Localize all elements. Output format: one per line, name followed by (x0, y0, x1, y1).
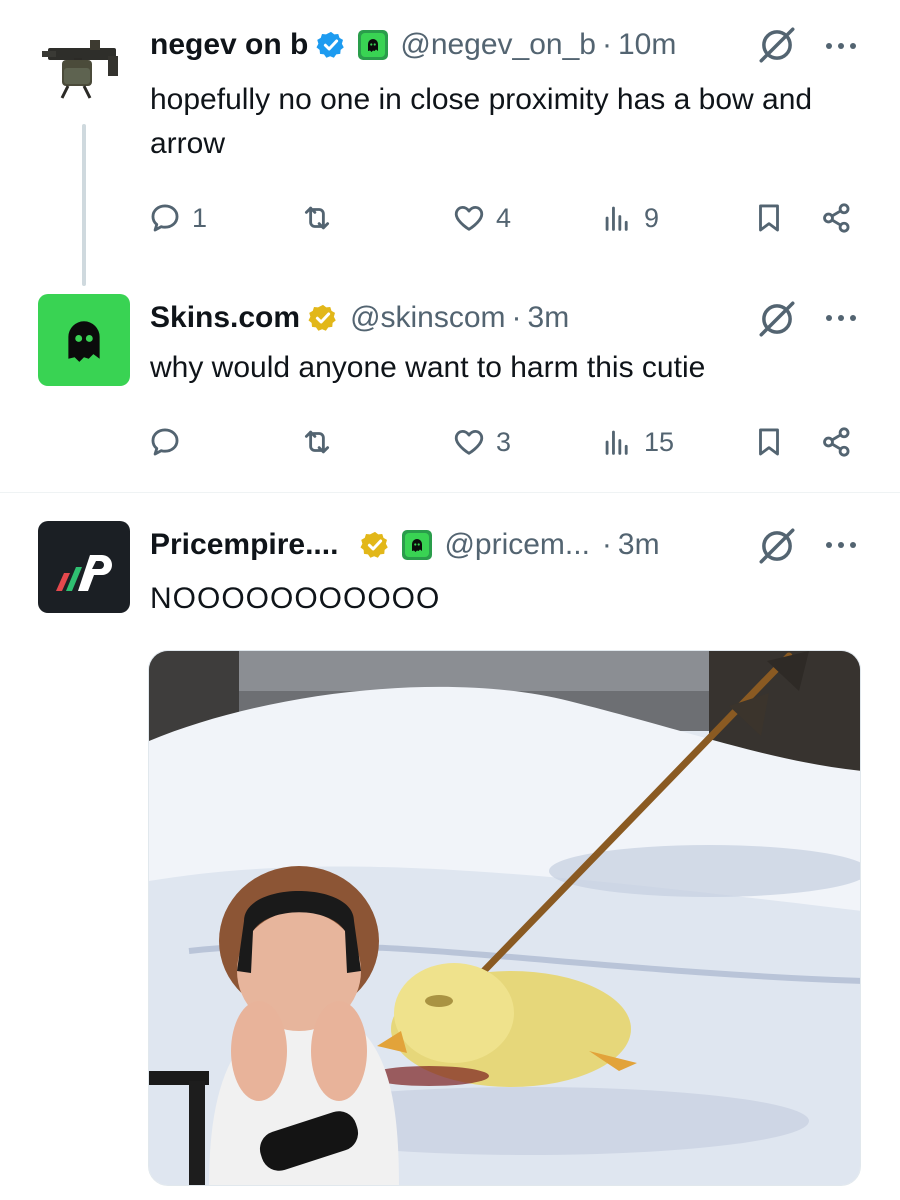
machine-gun-avatar-icon (42, 40, 118, 99)
like-button[interactable]: 3 (452, 420, 511, 464)
handle[interactable]: @negev_on_b (400, 28, 596, 62)
thread-connector-line (82, 124, 86, 286)
ghost-logo-icon (68, 321, 100, 362)
display-name[interactable]: Pricempire.... (150, 528, 338, 562)
share-button[interactable] (820, 196, 854, 240)
view-count: 9 (644, 202, 660, 233)
retweet-icon (304, 430, 330, 454)
handle[interactable]: @skinscom (350, 301, 505, 335)
reply-icon (151, 204, 179, 232)
timestamp[interactable]: 3m (528, 301, 570, 335)
retweet-button[interactable] (300, 196, 344, 240)
action-bar: 1 4 9 (148, 196, 868, 240)
reply-count: 1 (192, 202, 208, 233)
more-icon[interactable] (820, 308, 862, 328)
more-icon[interactable] (820, 535, 862, 555)
pricempire-logo-icon (56, 555, 112, 591)
tweet-skins[interactable]: Skins.com @skinscom · 3m why would anyon… (0, 290, 900, 492)
like-count: 3 (496, 426, 512, 457)
grok-icon[interactable] (756, 298, 798, 340)
retweet-button[interactable] (300, 420, 344, 464)
verified-gold-badge-icon[interactable] (360, 530, 390, 560)
ghost-logo-icon (412, 539, 423, 552)
bookmark-icon (759, 204, 779, 232)
grok-icon[interactable] (756, 525, 798, 567)
timestamp[interactable]: 3m (618, 528, 660, 562)
handle[interactable]: @pricem... (444, 528, 589, 562)
reply-button[interactable]: 1 (148, 196, 207, 240)
media-illustration (149, 651, 860, 1185)
tweet-header: Pricempire.... @pricem... · 3m (150, 525, 660, 565)
action-bar: 3 15 (148, 420, 868, 464)
grok-icon[interactable] (756, 24, 798, 66)
views-icon (605, 206, 628, 231)
tweet-text: why would anyone want to harm this cutie (150, 351, 706, 384)
view-count: 15 (644, 426, 675, 457)
like-button[interactable]: 4 (452, 196, 511, 240)
share-icon (823, 427, 850, 457)
share-icon (823, 203, 850, 233)
views-icon (605, 430, 628, 455)
tweet-text: NOOOOOOOOOOO (150, 582, 441, 615)
retweet-icon (304, 206, 330, 230)
separator-dot: · (601, 28, 612, 61)
reply-icon (151, 428, 179, 456)
heart-icon (454, 205, 484, 231)
tweet-negev[interactable]: negev on b @negev_on_b · 10m hopefully n… (0, 0, 900, 290)
separator-dot: · (511, 301, 522, 334)
heart-icon (454, 429, 484, 455)
display-name[interactable]: negev on b (150, 28, 308, 62)
verified-badge-icon[interactable] (316, 30, 346, 60)
avatar-pricempire[interactable] (38, 521, 130, 613)
like-count: 4 (496, 202, 512, 233)
timestamp[interactable]: 10m (618, 28, 676, 62)
bookmark-button[interactable] (752, 196, 786, 240)
reply-button[interactable] (148, 420, 192, 464)
views-button[interactable]: 15 (600, 420, 674, 464)
views-button[interactable]: 9 (600, 196, 659, 240)
more-icon[interactable] (820, 36, 862, 56)
separator-dot: · (601, 528, 612, 561)
verified-gold-badge-icon[interactable] (308, 303, 338, 333)
bookmark-button[interactable] (752, 420, 786, 464)
affiliate-badge[interactable] (358, 30, 389, 60)
display-name[interactable]: Skins.com (150, 301, 300, 335)
tweet-header: Skins.com @skinscom · 3m (150, 298, 569, 338)
avatar-skins[interactable] (38, 294, 130, 386)
ghost-logo-icon (368, 39, 379, 52)
share-button[interactable] (820, 420, 854, 464)
tweet-text: hopefully no one in close proximity has … (150, 83, 813, 160)
bookmark-icon (759, 428, 779, 456)
tweet-media-image[interactable] (148, 650, 861, 1186)
affiliate-badge[interactable] (402, 530, 433, 560)
avatar-negev[interactable] (38, 28, 130, 120)
tweet-header: negev on b @negev_on_b · 10m (150, 25, 676, 65)
